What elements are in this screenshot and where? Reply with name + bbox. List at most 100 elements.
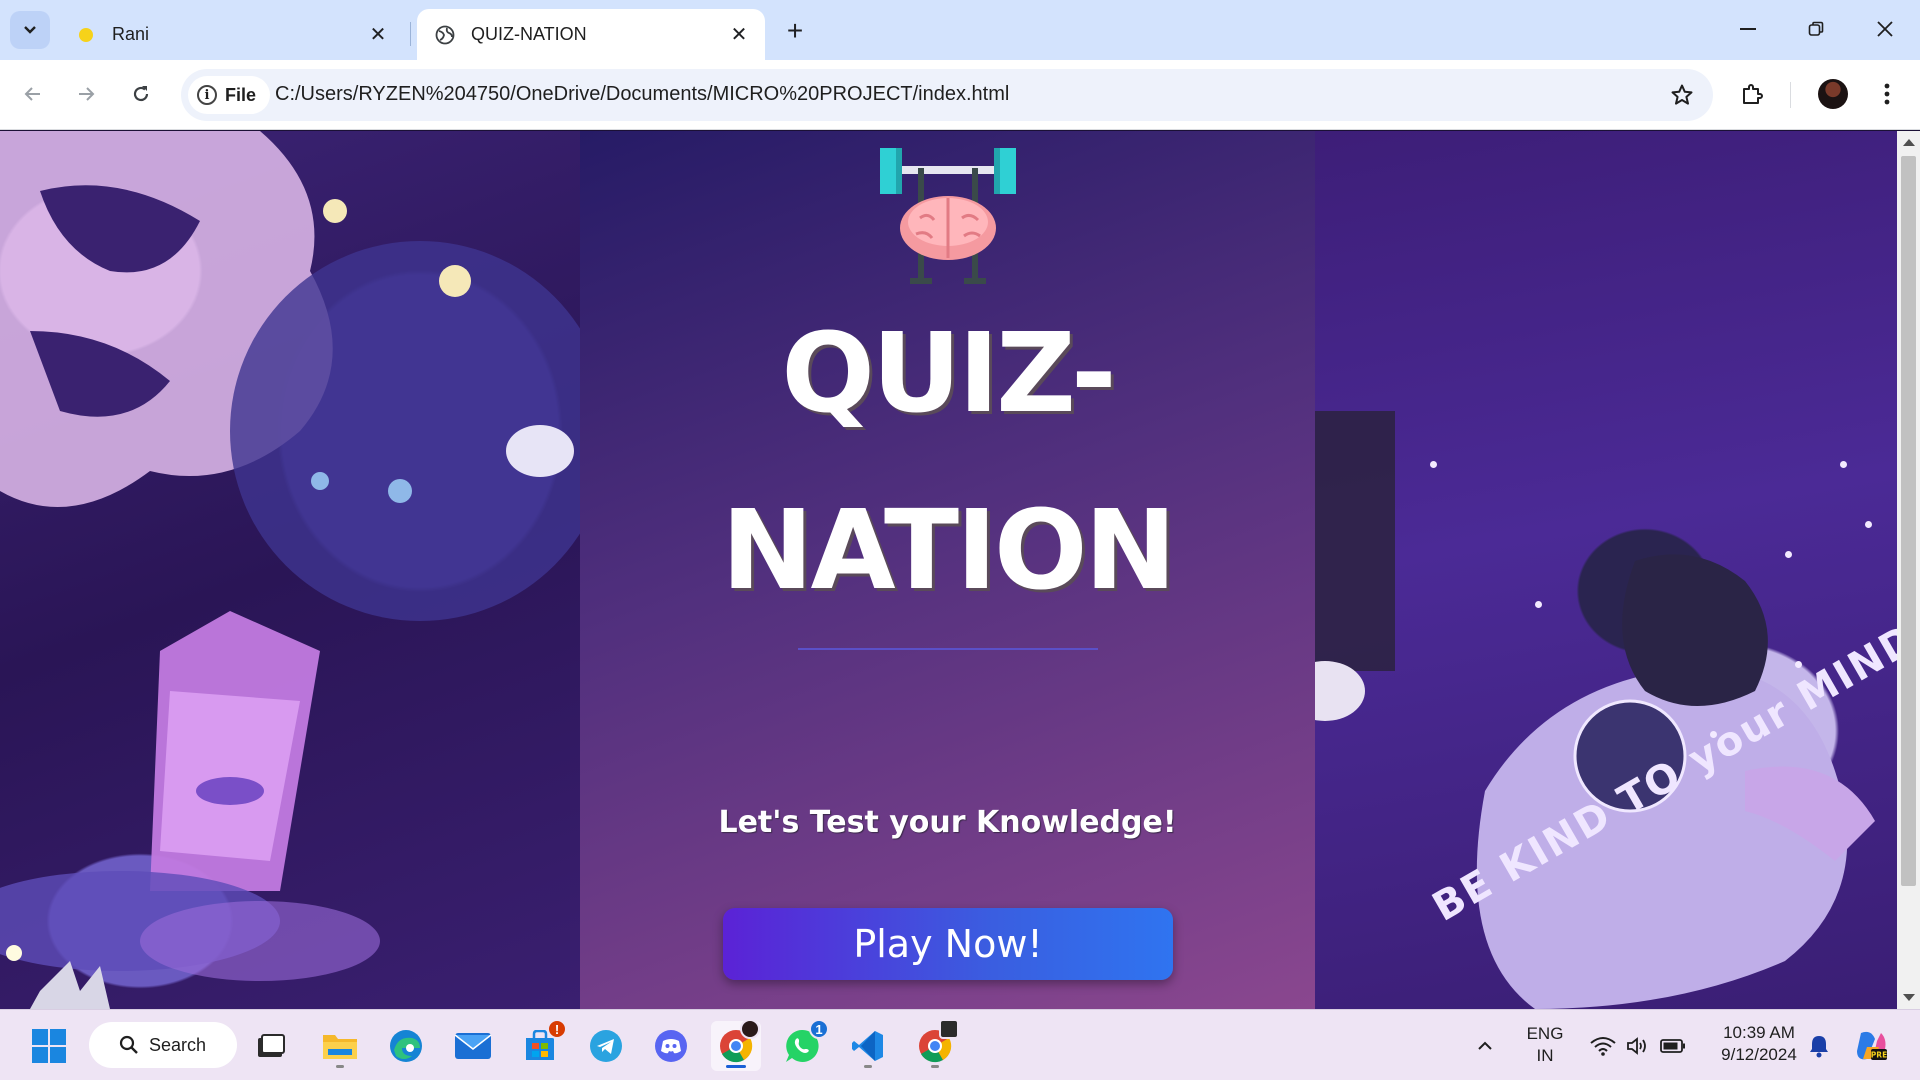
language-region: IN: [1536, 1046, 1554, 1065]
tagline: Let's Test your Knowledge!: [718, 805, 1177, 840]
store-button[interactable]: !: [515, 1019, 567, 1071]
clock[interactable]: 10:39 AM 9/12/2024: [1704, 1022, 1814, 1066]
globe-icon: [435, 25, 455, 45]
address-bar[interactable]: i File C:/Users/RYZEN%204750/OneDrive/Do…: [181, 69, 1713, 121]
brain-dumbbell-logo: [880, 148, 1016, 284]
minimize-button[interactable]: [1718, 8, 1778, 50]
chrome-button[interactable]: [711, 1019, 761, 1071]
copilot-button[interactable]: PRE: [1846, 1021, 1896, 1071]
star-decoration: [1430, 461, 1437, 468]
running-indicator: [931, 1065, 939, 1068]
url-text[interactable]: C:/Users/RYZEN%204750/OneDrive/Documents…: [275, 83, 1009, 106]
tab-title: QUIZ-NATION: [471, 24, 587, 44]
quiz-landing-panel: QUIZ- NATION Let's Test your Knowledge! …: [580, 131, 1315, 1009]
title-line-2: NATION: [721, 486, 1176, 614]
copilot-icon: PRE: [1857, 1031, 1887, 1060]
reload-button[interactable]: [120, 73, 162, 115]
title-divider: [798, 648, 1098, 650]
restore-button[interactable]: [1786, 8, 1846, 50]
whatsapp-button[interactable]: 1: [777, 1019, 829, 1071]
windows-logo-icon: [32, 1029, 66, 1063]
telegram-icon: [590, 1030, 622, 1062]
star-decoration: [1840, 461, 1847, 468]
discord-button[interactable]: [646, 1021, 696, 1071]
close-icon: [1877, 21, 1893, 37]
clock-date: 9/12/2024: [1721, 1045, 1797, 1064]
avatar: [1818, 79, 1848, 109]
star-decoration: [1535, 601, 1542, 608]
bell-icon: [1810, 1036, 1828, 1058]
tab-search-button[interactable]: [10, 11, 50, 49]
windows-taskbar: Search ! 1 ENG IN 10:39 AM 9/12/2024 PRE: [0, 1009, 1920, 1080]
scrollbar-thumb[interactable]: [1901, 156, 1916, 886]
left-background-art: [0, 131, 610, 1009]
discord-icon: [655, 1030, 687, 1062]
start-button[interactable]: [24, 1021, 74, 1071]
left-artwork-illustration: [0, 131, 610, 1009]
chevron-up-icon: [1478, 1041, 1492, 1050]
forward-button[interactable]: [65, 73, 107, 115]
notification-badge: 1: [809, 1019, 829, 1039]
close-tab-icon[interactable]: ✕: [725, 21, 753, 49]
arrow-right-icon: [79, 87, 95, 101]
language-indicator[interactable]: ENG IN: [1515, 1023, 1575, 1067]
clock-time: 10:39 AM: [1723, 1023, 1795, 1042]
site-info-chip[interactable]: i File: [188, 76, 270, 114]
quick-settings-button[interactable]: [1583, 1021, 1693, 1071]
profile-button[interactable]: [1812, 73, 1854, 115]
minimize-icon: [1740, 28, 1756, 30]
site-info-label: File: [225, 84, 257, 105]
browser-toolbar: i File C:/Users/RYZEN%204750/OneDrive/Do…: [0, 60, 1920, 130]
notification-badge: !: [547, 1019, 567, 1039]
back-button[interactable]: [12, 73, 54, 115]
mail-icon: [454, 1033, 492, 1059]
arrow-left-icon: [24, 87, 40, 101]
svg-text:PRE: PRE: [1871, 1051, 1887, 1060]
taskbar-search[interactable]: Search: [89, 1022, 237, 1068]
play-now-button[interactable]: Play Now!: [723, 908, 1173, 980]
scroll-down-arrow-icon[interactable]: [1903, 994, 1915, 1001]
show-hidden-icons-button[interactable]: [1465, 1021, 1505, 1071]
running-indicator: [726, 1065, 746, 1068]
tab-quiz-nation[interactable]: QUIZ-NATION ✕: [417, 9, 765, 60]
running-indicator: [336, 1065, 344, 1068]
task-view-icon: [258, 1034, 285, 1057]
restore-icon: [1808, 21, 1824, 36]
star-decoration: [1795, 661, 1802, 668]
chevron-down-icon: [24, 26, 36, 34]
profile-overlay-avatar: [939, 1019, 959, 1039]
battery-icon: [1660, 1039, 1685, 1053]
task-view-button[interactable]: [246, 1021, 296, 1071]
toolbar-divider: [1790, 82, 1791, 108]
mail-button[interactable]: [448, 1021, 498, 1071]
yellow-dot-icon: [76, 25, 96, 45]
language-code: ENG: [1526, 1024, 1564, 1043]
file-explorer-button[interactable]: [315, 1021, 365, 1071]
wifi-icon: [1590, 1037, 1616, 1056]
telegram-button[interactable]: [581, 1021, 631, 1071]
scroll-up-arrow-icon[interactable]: [1903, 139, 1915, 146]
profile-overlay-avatar: [740, 1019, 760, 1039]
page-scrollbar[interactable]: [1897, 131, 1920, 1009]
close-tab-icon[interactable]: ✕: [364, 21, 392, 49]
edge-button[interactable]: [381, 1021, 431, 1071]
extensions-button[interactable]: [1731, 73, 1773, 115]
chrome-profile-button[interactable]: [910, 1019, 960, 1071]
vscode-button[interactable]: [843, 1021, 893, 1071]
running-indicator: [864, 1065, 872, 1068]
edge-icon: [390, 1030, 422, 1062]
info-icon: i: [197, 85, 217, 105]
more-vertical-icon: [1884, 83, 1890, 105]
right-artwork-illustration: [1285, 411, 1875, 1009]
puzzle-icon: [1743, 84, 1763, 104]
tab-rani[interactable]: Rani ✕: [58, 9, 404, 60]
right-background-art: BE KIND TO your MIND: [1285, 131, 1897, 1009]
tab-divider: [410, 22, 411, 46]
title-line-1: QUIZ-: [781, 309, 1116, 437]
bookmark-button[interactable]: [1665, 78, 1699, 112]
notifications-button[interactable]: [1804, 1021, 1834, 1071]
menu-button[interactable]: [1866, 73, 1908, 115]
tab-strip: Rani ✕ QUIZ-NATION ✕ +: [0, 0, 1920, 60]
new-tab-button[interactable]: +: [778, 14, 812, 48]
close-window-button[interactable]: [1855, 8, 1915, 50]
